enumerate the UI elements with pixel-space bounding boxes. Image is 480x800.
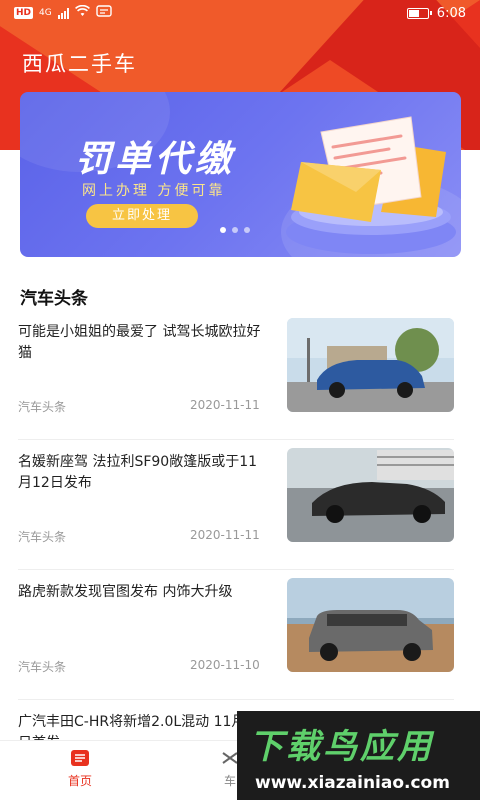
- news-source: 汽车头条: [18, 660, 67, 674]
- news-source: 汽车头条: [18, 400, 67, 414]
- carousel-dot[interactable]: [244, 227, 250, 233]
- watermark-title: 下载鸟应用: [249, 727, 434, 767]
- section-title: 汽车头条: [20, 289, 88, 309]
- signal-icon: [57, 7, 69, 19]
- status-time: 6:08: [436, 5, 466, 21]
- watermark-url: www.xiazainiao.com: [255, 773, 450, 793]
- banner-headline: 罚单代缴: [75, 139, 236, 180]
- home-list-icon: [50, 749, 110, 770]
- hd-badge: HD: [14, 7, 34, 19]
- tab-cars-label: 车: [223, 774, 236, 788]
- eye-comfort-icon: [96, 5, 112, 21]
- app-title: 西瓜二手车: [22, 52, 137, 76]
- network-type-label: 4G: [39, 8, 52, 18]
- news-date: 2020-11-11: [190, 398, 260, 412]
- news-date: 2020-11-11: [190, 528, 260, 542]
- promo-banner[interactable]: 罚单代缴 网上办理 方便可靠 立即处理: [20, 92, 461, 257]
- ticket-documents-illustration: [286, 116, 456, 254]
- news-thumbnail[interactable]: [287, 448, 454, 542]
- news-title[interactable]: 可能是小姐姐的最爱了 试驾长城欧拉好猫: [18, 322, 270, 364]
- carousel-dot[interactable]: [220, 227, 226, 233]
- news-title[interactable]: 路虎新款发现官图发布 内饰大升级: [18, 582, 270, 603]
- banner-subtitle: 网上办理 方便可靠: [82, 183, 226, 199]
- news-title[interactable]: 名媛新座驾 法拉利SF90敞篷版或于11月12日发布: [18, 452, 270, 494]
- watermark: 下载鸟应用 www.xiazainiao.com: [237, 711, 480, 800]
- news-date: 2020-11-10: [190, 658, 260, 672]
- tab-home-label: 首页: [67, 774, 92, 788]
- wifi-icon: [74, 4, 90, 21]
- news-thumbnail[interactable]: [287, 578, 454, 672]
- status-bar: HD 4G 6:08: [0, 0, 480, 26]
- news-thumbnail[interactable]: [287, 318, 454, 412]
- carousel-dot[interactable]: [232, 227, 238, 233]
- carousel-indicator[interactable]: [220, 227, 250, 233]
- tab-home[interactable]: 首页: [50, 749, 110, 789]
- news-source: 汽车头条: [18, 530, 67, 544]
- handle-now-button[interactable]: 立即处理: [86, 204, 198, 228]
- news-item[interactable]: 路虎新款发现官图发布 内饰大升级 汽车头条 2020-11-10: [18, 578, 454, 700]
- news-item[interactable]: 名媛新座驾 法拉利SF90敞篷版或于11月12日发布 汽车头条 2020-11-…: [18, 448, 454, 570]
- battery-icon: [406, 7, 432, 19]
- news-item[interactable]: 可能是小姐姐的最爱了 试驾长城欧拉好猫 汽车头条 2020-11-11: [18, 318, 454, 440]
